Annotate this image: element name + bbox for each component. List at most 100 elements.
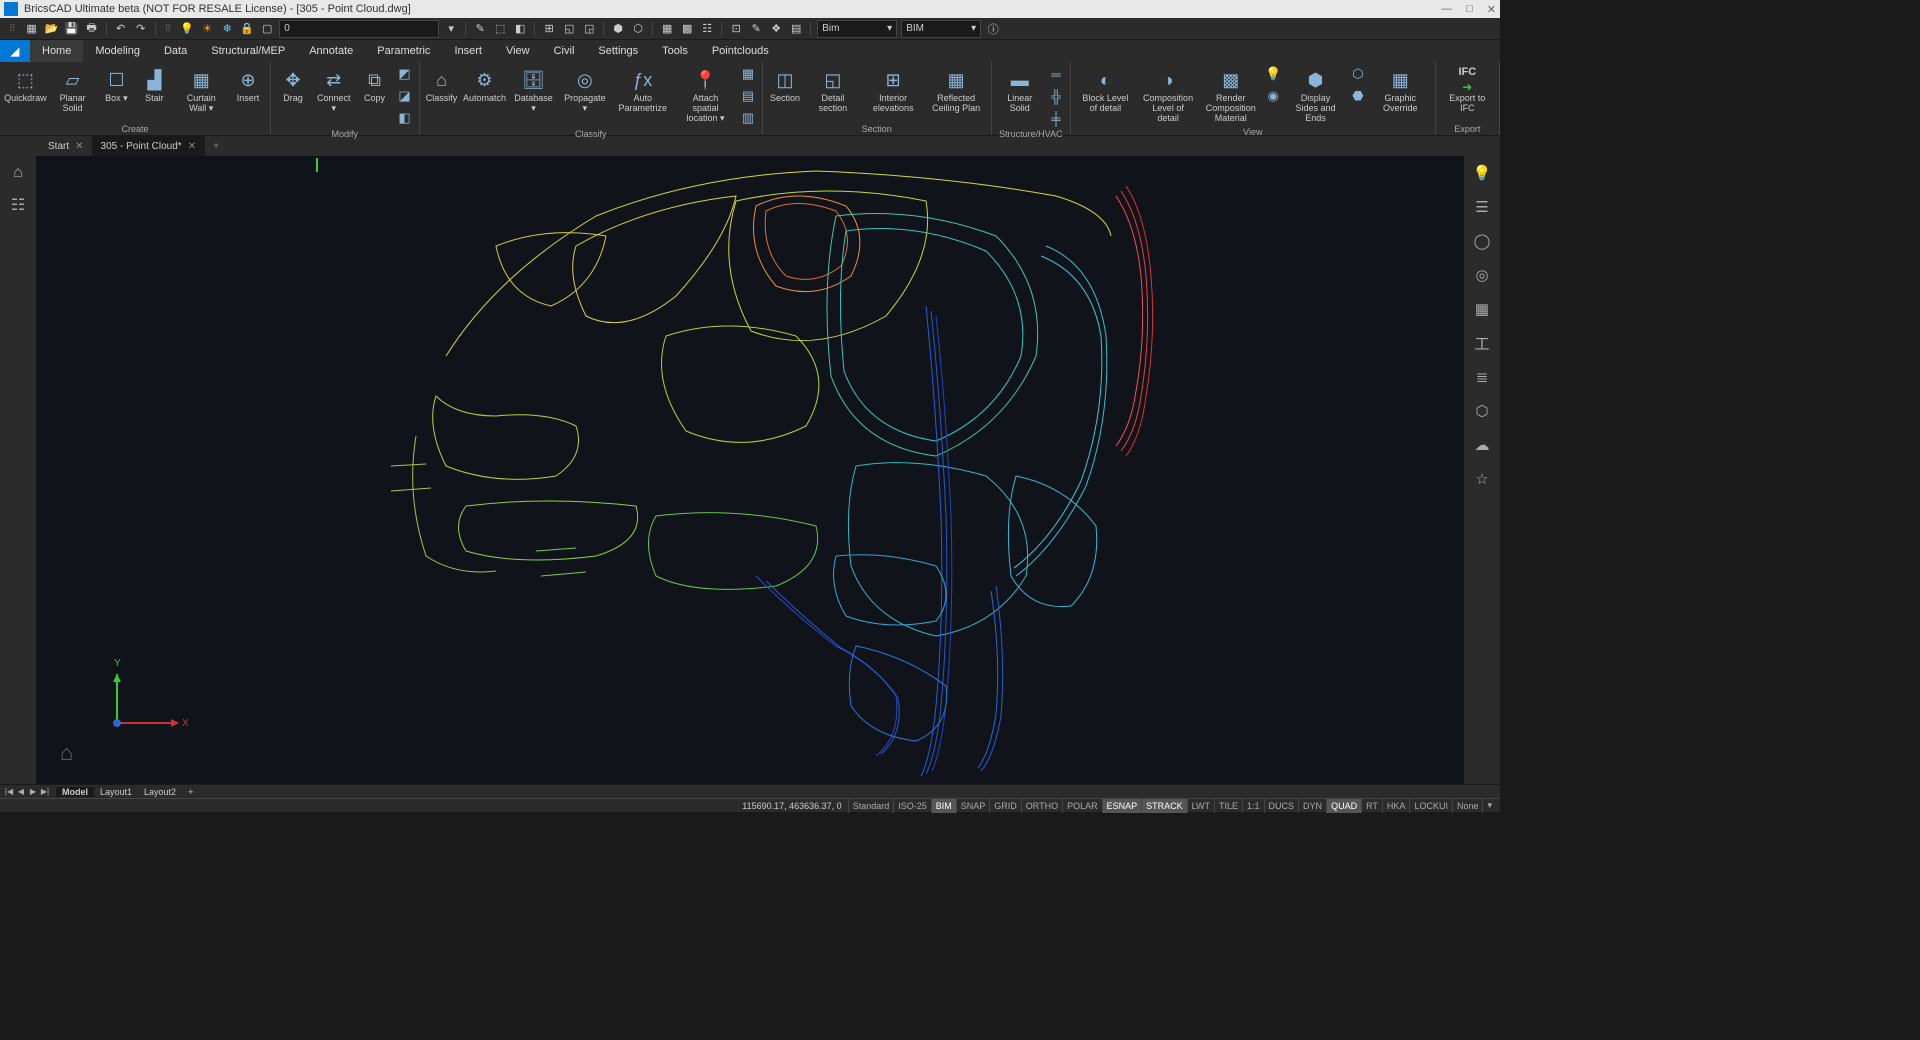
doc-tab-pointcloud[interactable]: 305 - Point Cloud*✕ [93,136,206,156]
modify-small-1[interactable]: ◩ [395,64,415,84]
ibeam-icon[interactable]: 工 [1471,332,1493,354]
home-icon[interactable]: ⌂ [7,162,29,184]
menu-civil[interactable]: Civil [542,40,587,62]
layout-prev[interactable]: ◀ [16,787,26,796]
tool-icon-9[interactable]: ▩ [679,21,695,37]
render-material-button[interactable]: ▩Render Composition Material [1200,64,1261,126]
balloon-icon[interactable]: ◯ [1471,230,1493,252]
bulb-icon[interactable]: 💡 [179,21,195,37]
sun-icon[interactable]: ☀ [199,21,215,37]
stair-button[interactable]: ▟Stair [136,64,172,106]
connect-button[interactable]: ⇄Connect ▾ [313,64,355,116]
automatch-button[interactable]: ⚙Automatch [462,64,508,106]
tool-icon-7[interactable]: ⬡ [630,21,646,37]
close-icon[interactable]: ✕ [188,141,196,152]
maximize-button[interactable]: □ [1466,3,1473,16]
status-lwt[interactable]: LWT [1187,799,1214,813]
grid-icon[interactable]: ▦ [1471,298,1493,320]
status-none[interactable]: None [1452,799,1483,813]
undo-icon[interactable]: ↶ [113,21,129,37]
section-button[interactable]: ◫Section [767,64,803,106]
tool-icon-13[interactable]: ❖ [768,21,784,37]
status-rt[interactable]: RT [1361,799,1382,813]
tool-icon-14[interactable]: ▤ [788,21,804,37]
workspace-combo-2[interactable]: BIM▾ [901,20,981,38]
cloud-icon[interactable]: ☁ [1471,434,1493,456]
view-home-icon[interactable]: ⌂ [60,740,73,766]
reflected-ceiling-button[interactable]: ▦Reflected Ceiling Plan [926,64,987,116]
cube-icon[interactable]: ⬢ [610,21,626,37]
layers-icon[interactable]: ≣ [1471,366,1493,388]
add-layout[interactable]: + [182,787,199,797]
layout-first[interactable]: |◀ [4,787,14,796]
linear-solid-button[interactable]: ▬Linear Solid [996,64,1044,116]
interior-elevations-button[interactable]: ⊞Interior elevations [863,64,924,116]
status-dropdown[interactable]: ▾ [1482,799,1496,813]
close-button[interactable]: ✕ [1487,3,1496,16]
target-icon[interactable]: ◎ [1471,264,1493,286]
menu-parametric[interactable]: Parametric [365,40,442,62]
tool-icon-5[interactable]: ◱ [561,21,577,37]
status-esnap[interactable]: ESNAP [1102,799,1142,813]
status-strack[interactable]: STRACK [1141,799,1187,813]
tool-icon-10[interactable]: ☷ [699,21,715,37]
doc-tab-start[interactable]: Start✕ [40,136,93,156]
status-bim[interactable]: BIM [931,799,956,813]
menu-annotate[interactable]: Annotate [297,40,365,62]
status-dyn[interactable]: DYN [1298,799,1326,813]
detail-section-button[interactable]: ◱Detail section [805,64,861,116]
status-standard[interactable]: Standard [848,799,894,813]
lock-icon[interactable]: 🔒 [239,21,255,37]
modify-small-2[interactable]: ◪ [395,86,415,106]
tool-icon-12[interactable]: ✎ [748,21,764,37]
classify-small-3[interactable]: ▥ [738,108,758,128]
close-icon[interactable]: ✕ [75,141,83,152]
classify-small-1[interactable]: ▦ [738,64,758,84]
structure-small-1[interactable]: ═ [1046,64,1066,84]
model-tab[interactable]: Model [56,787,94,797]
status-tile[interactable]: TILE [1214,799,1242,813]
menu-structural[interactable]: Structural/MEP [199,40,297,62]
bulb-panel-icon[interactable]: 💡 [1471,162,1493,184]
display-sides-button[interactable]: ⬢Display Sides and Ends [1285,64,1346,126]
menu-insert[interactable]: Insert [442,40,494,62]
modify-small-3[interactable]: ◧ [395,108,415,128]
layout-last[interactable]: ▶| [40,787,50,796]
classify-button[interactable]: ⌂Classify [424,64,460,106]
tool-icon-8[interactable]: ▦ [659,21,675,37]
dropdown-icon[interactable]: ▾ [443,21,459,37]
copy-button[interactable]: ⧉Copy [357,64,393,106]
layout1-tab[interactable]: Layout1 [94,787,138,797]
view-small-4[interactable]: ⬣ [1348,86,1368,106]
status-polar[interactable]: POLAR [1062,799,1102,813]
new-icon[interactable]: ▦ [24,21,40,37]
qat-handle[interactable]: ⠿ [6,23,20,34]
status-hka[interactable]: HKA [1382,799,1410,813]
tool-icon-2[interactable]: ⬚ [492,21,508,37]
view-small-1[interactable]: 💡 [1263,64,1283,84]
help-icon[interactable]: ⓘ [985,21,1001,37]
planar-solid-button[interactable]: ▱Planar Solid [49,64,97,116]
status-1:1[interactable]: 1:1 [1242,799,1264,813]
open-icon[interactable]: 📂 [44,21,60,37]
print-icon[interactable]: 🖶 [84,21,100,37]
status-snap[interactable]: SNAP [956,799,990,813]
graphic-override-button[interactable]: ▦Graphic Override [1370,64,1431,116]
layer-color-icon[interactable]: ▢ [259,21,275,37]
menu-modeling[interactable]: Modeling [83,40,152,62]
view-small-2[interactable]: ◉ [1263,86,1283,106]
qat-handle-2[interactable]: ⠿ [162,23,176,34]
tree-icon[interactable]: ☷ [7,194,29,216]
export-ifc-button[interactable]: ➜Export to IFC [1440,80,1495,116]
save-icon[interactable]: 💾 [64,21,80,37]
drag-button[interactable]: ✥Drag [275,64,311,106]
status-ducs[interactable]: DUCS [1264,799,1299,813]
status-lockui[interactable]: LOCKUI [1409,799,1452,813]
freeze-icon[interactable]: ❄ [219,21,235,37]
tool-icon-11[interactable]: ⊡ [728,21,744,37]
tool-icon-3[interactable]: ◧ [512,21,528,37]
star-icon[interactable]: ☆ [1471,468,1493,490]
menu-settings[interactable]: Settings [586,40,650,62]
tool-icon-4[interactable]: ⊞ [541,21,557,37]
status-quad[interactable]: QUAD [1326,799,1361,813]
